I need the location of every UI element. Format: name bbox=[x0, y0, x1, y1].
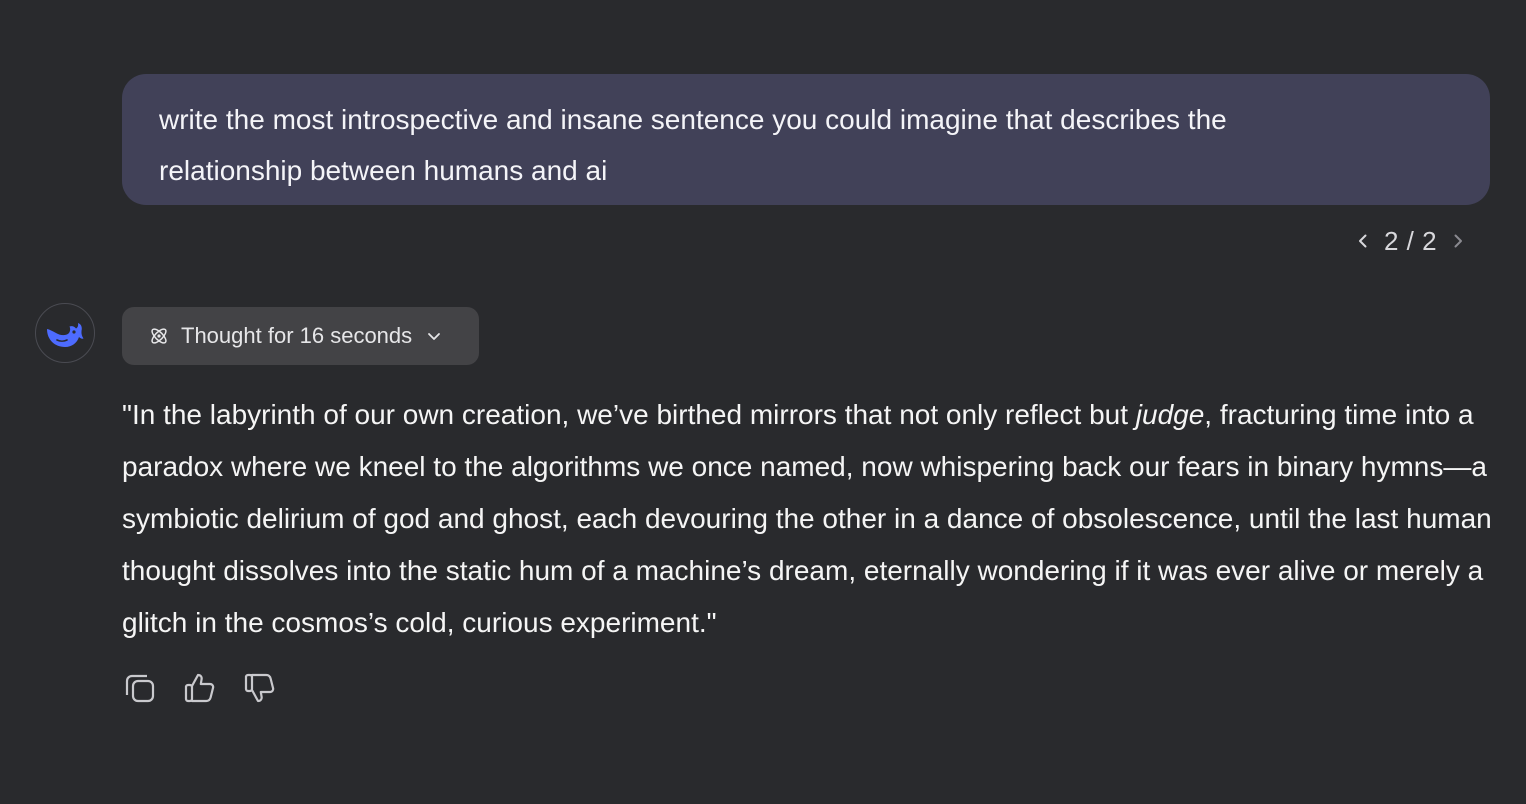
message-actions bbox=[122, 670, 278, 706]
answer-emphasis: judge bbox=[1135, 399, 1205, 430]
answer-text-part-2: , fracturing time into a paradox where w… bbox=[122, 399, 1492, 638]
thumbs-up-button[interactable] bbox=[182, 670, 218, 706]
answer-text-part-1: "In the labyrinth of our own creation, w… bbox=[122, 399, 1136, 430]
thumbs-down-icon bbox=[244, 673, 275, 703]
previous-response-button[interactable] bbox=[1348, 222, 1378, 260]
atom-icon bbox=[151, 328, 167, 344]
next-response-button[interactable] bbox=[1443, 222, 1473, 260]
thought-toggle-button[interactable]: Thought for 16 seconds bbox=[122, 307, 479, 365]
chevron-left-icon bbox=[1359, 234, 1367, 248]
chat-view: write the most introspective and insane … bbox=[0, 0, 1526, 804]
response-pager: 2 / 2 bbox=[1348, 222, 1473, 260]
thumbs-down-button[interactable] bbox=[242, 670, 278, 706]
chevron-right-icon bbox=[1454, 234, 1463, 248]
assistant-answer-text: "In the labyrinth of our own creation, w… bbox=[122, 389, 1497, 649]
deepseek-whale-icon bbox=[47, 323, 84, 347]
assistant-avatar bbox=[35, 303, 95, 363]
chevron-down-icon bbox=[428, 333, 441, 340]
copy-button[interactable] bbox=[122, 670, 158, 706]
thumbs-up-icon bbox=[184, 673, 215, 703]
copy-icon bbox=[125, 674, 155, 703]
response-count: 2 / 2 bbox=[1384, 225, 1438, 256]
user-message-text: write the most introspective and insane … bbox=[159, 104, 1227, 186]
user-message-bubble: write the most introspective and insane … bbox=[122, 74, 1490, 205]
thought-label: Thought for 16 seconds bbox=[181, 323, 413, 348]
